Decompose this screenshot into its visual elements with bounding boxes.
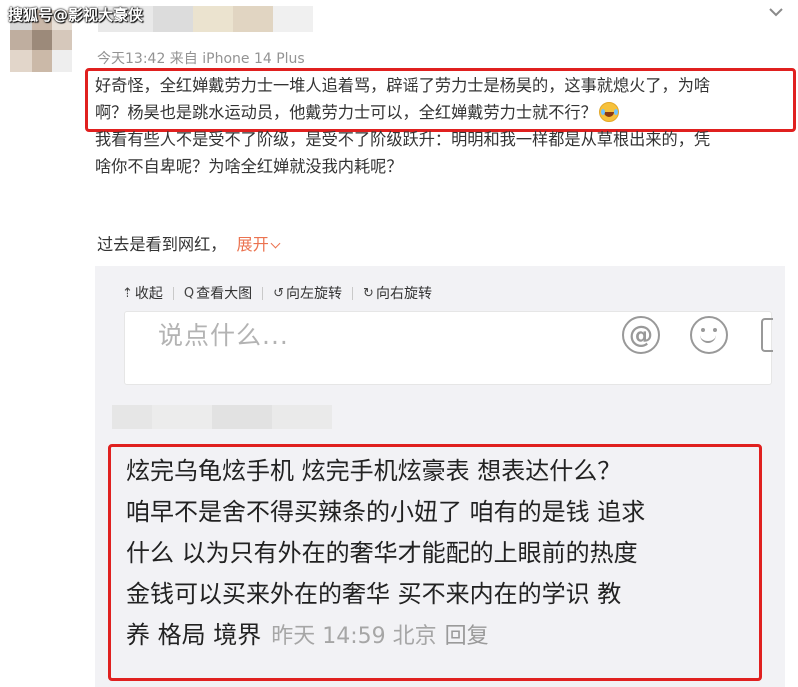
expand-line: 过去是看到网红， 展开 (97, 231, 281, 255)
comment-placeholder: 说点什么... (158, 321, 289, 350)
collapse-icon: ⇡ (122, 285, 133, 301)
commenter-blurred (112, 405, 362, 431)
reply-button[interactable]: 回复 (445, 624, 489, 649)
expand-prefix: 过去是看到网红， (97, 235, 227, 254)
post-line: 啥你不自卑呢？为啥全红婵就没我内耗呢？ (95, 157, 403, 176)
post-line: 好奇怪，全红婵戴劳力士一堆人追着骂，辟谣了劳力士是杨昊的，这事就熄火了，为啥 (95, 76, 711, 95)
image-upload-icon[interactable] (761, 318, 773, 352)
reply-line: 金钱可以买来外在的奢华 买不来内在的学识 教 (126, 580, 622, 608)
reply-time: 昨天 14:59 北京 (271, 624, 437, 649)
laughing-tears-emoji-icon (598, 102, 619, 122)
reply-line: 炫完乌龟炫手机 炫完手机炫豪表 想表达什么？ (126, 457, 622, 485)
emoji-smile-icon[interactable] (690, 316, 728, 354)
post-line: 啊？杨昊也是跳水运动员，他戴劳力士可以，全红婵戴劳力士就不行？ (95, 99, 790, 126)
collapse-button[interactable]: ⇡ 收起 (122, 283, 163, 303)
image-toolbar: ⇡ 收起 Q 查看大图 ↺ 向左旋转 ↻ 向右旋转 (122, 283, 432, 303)
reply-line: 养 格局 境界 昨天 14:59 北京 回复 (126, 621, 489, 649)
chevron-down-icon[interactable] (764, 0, 788, 24)
rotate-right-icon: ↻ (363, 285, 374, 301)
reply-text: 炫完乌龟炫手机 炫完手机炫豪表 想表达什么？ 咱早不是舍不得买辣条的小妞了 咱有… (126, 451, 645, 657)
expand-link[interactable]: 展开 (237, 235, 281, 254)
post-meta: 今天13:42 来自 iPhone 14 Plus (97, 51, 305, 67)
rotate-left-button[interactable]: ↺ 向左旋转 (273, 283, 342, 303)
at-mention-icon[interactable]: @ (622, 316, 660, 354)
magnifier-icon: Q (183, 285, 195, 301)
post-text: 好奇怪，全红婵戴劳力士一堆人追着骂，辟谣了劳力士是杨昊的，这事就熄火了，为啥 啊… (95, 72, 790, 180)
watermark: 搜狐号@影视大豪侠 (8, 6, 144, 24)
view-large-button[interactable]: Q 查看大图 (184, 283, 252, 303)
rotate-left-icon: ↺ (273, 285, 285, 301)
reply-line: 什么 以为只有外在的奢华才能配的上眼前的热度 (126, 539, 638, 567)
rotate-right-button[interactable]: ↻ 向右旋转 (363, 283, 432, 303)
divider (262, 286, 264, 300)
divider (172, 286, 174, 300)
post-line: 我看有些人不是受不了阶级，是受不了阶级跃升：明明和我一样都是从草根出来的，凭 (95, 130, 711, 149)
chevron-down-icon (270, 238, 281, 249)
reply-line: 咱早不是舍不得买辣条的小妞了 咱有的是钱 追求 (126, 498, 646, 526)
divider (352, 286, 354, 300)
